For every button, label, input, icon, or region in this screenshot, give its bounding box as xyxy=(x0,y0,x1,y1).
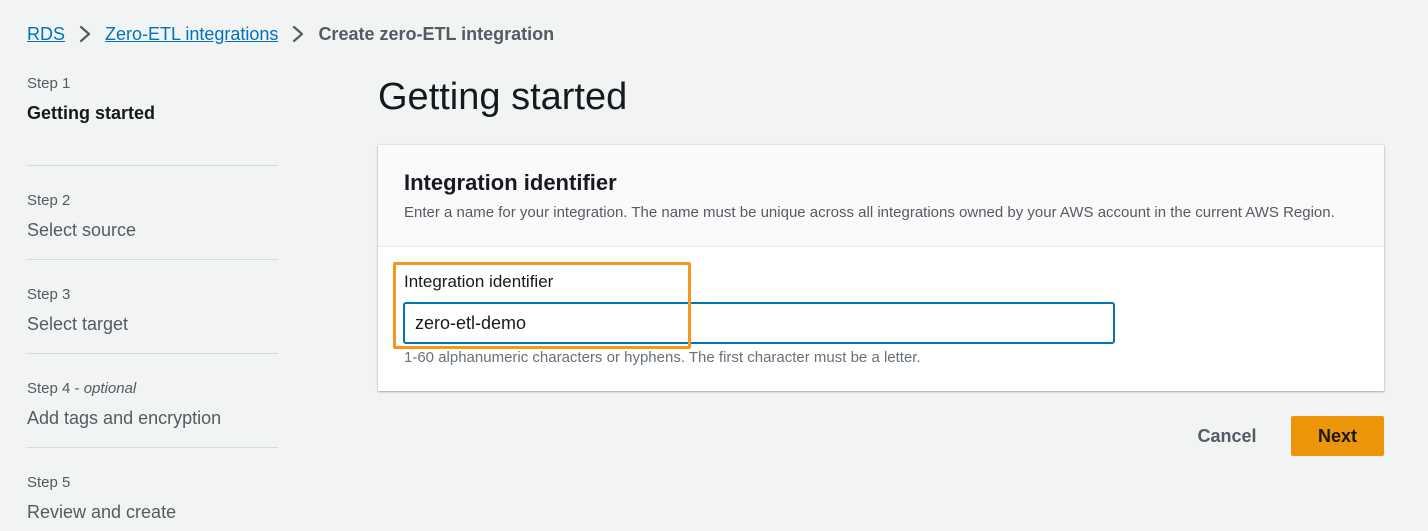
step-optional-label: optional xyxy=(83,380,137,397)
step-title: Review and create xyxy=(27,502,177,522)
integration-identifier-label: Integration identifier xyxy=(404,272,554,291)
breadcrumb-link-rds[interactable]: RDS xyxy=(27,24,65,45)
page-title: Getting started xyxy=(378,76,628,118)
step-title: Select source xyxy=(27,220,137,240)
panel-title: Integration identifier xyxy=(404,170,617,195)
chevron-right-icon xyxy=(292,25,304,43)
wizard-steps: Step 1 Getting started Step 2 Select sou… xyxy=(27,72,278,531)
breadcrumb-link-zero-etl-integrations[interactable]: Zero-ETL integrations xyxy=(105,24,278,45)
next-button[interactable]: Next xyxy=(1291,416,1384,456)
panel-header: Integration identifier Enter a name for … xyxy=(378,145,1384,247)
breadcrumb-current: Create zero-ETL integration xyxy=(318,23,555,44)
step-number: Step 5 xyxy=(27,474,71,491)
step-item-review-and-create[interactable]: Step 5 Review and create xyxy=(27,448,278,531)
step-title: Select target xyxy=(27,314,129,334)
step-number: Step 1 xyxy=(27,75,71,92)
integration-identifier-input[interactable] xyxy=(403,302,1115,344)
step-item-select-target[interactable]: Step 3 Select target xyxy=(27,260,278,354)
step-title: Getting started xyxy=(27,103,156,123)
step-item-getting-started: Step 1 Getting started xyxy=(27,72,278,166)
chevron-right-icon xyxy=(79,25,91,43)
cancel-button[interactable]: Cancel xyxy=(1180,416,1274,456)
create-integration-page: RDS Zero-ETL integrations Create zero-ET… xyxy=(0,0,1428,531)
step-item-add-tags-and-encryption[interactable]: Step 4 - optional Add tags and encryptio… xyxy=(27,354,278,448)
integration-identifier-hint: 1-60 alphanumeric characters or hyphens.… xyxy=(404,349,921,366)
panel-description: Enter a name for your integration. The n… xyxy=(404,204,1335,221)
step-title: Add tags and encryption xyxy=(27,408,222,428)
step-number: Step 2 xyxy=(27,192,71,209)
breadcrumb: RDS Zero-ETL integrations Create zero-ET… xyxy=(27,22,554,46)
step-item-select-source[interactable]: Step 2 Select source xyxy=(27,166,278,260)
integration-identifier-panel: Integration identifier Enter a name for … xyxy=(378,145,1384,391)
step-number: Step 4 - optional xyxy=(27,380,137,397)
step-number: Step 3 xyxy=(27,286,71,303)
